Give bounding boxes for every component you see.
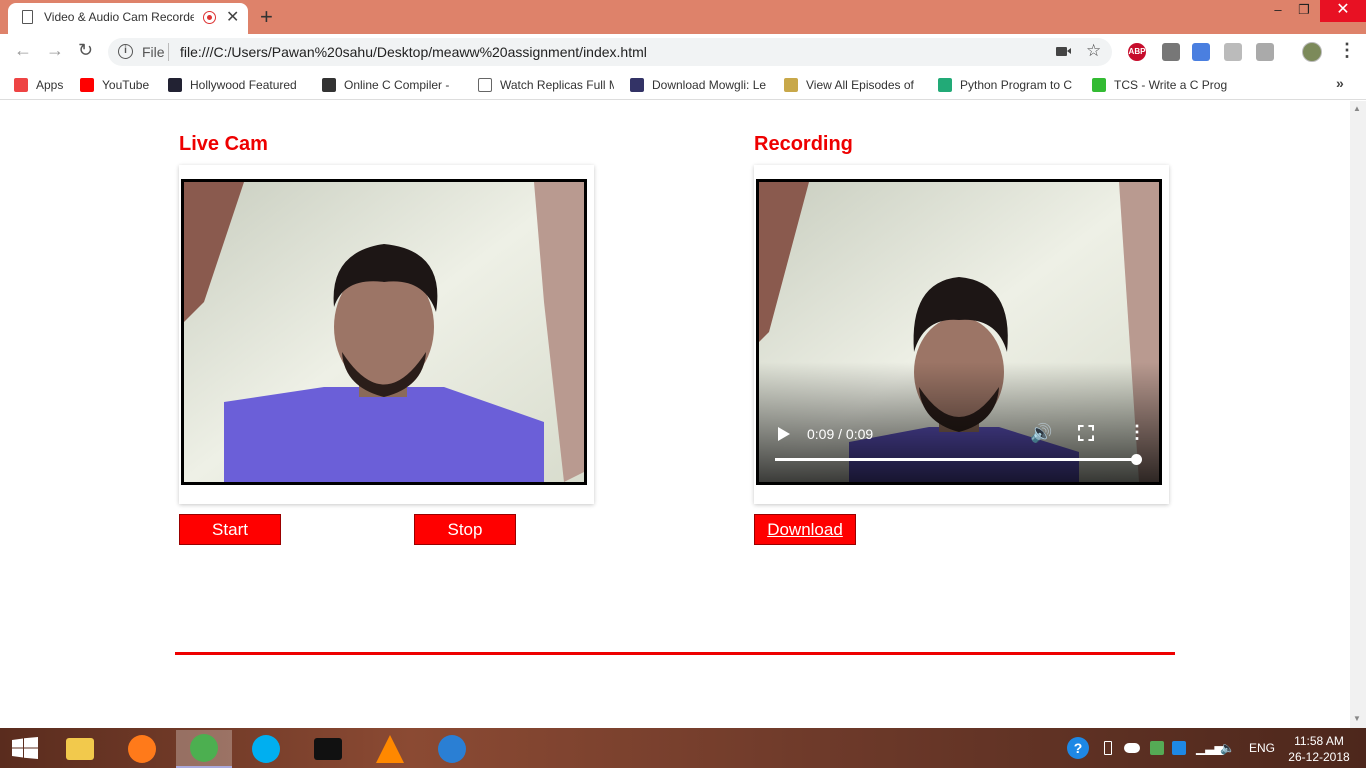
bookmark-item[interactable]: Apps [14,77,69,93]
bookmark-item[interactable]: Python Program to C [938,77,1076,93]
security-icon[interactable] [1150,741,1164,755]
scroll-up-icon[interactable]: ▲ [1353,104,1361,113]
address-separator [168,43,169,61]
new-tab-button[interactable]: + [260,4,273,30]
taskbar-app[interactable] [362,730,418,768]
video-time: 0:09 / 0:09 [807,426,874,442]
screenshot-icon[interactable] [1224,43,1242,61]
url-text[interactable]: file:///C:/Users/Pawan%20sahu/Desktop/me… [180,44,647,60]
bookmark-item[interactable]: YouTube [80,77,152,93]
skype-icon [252,735,280,763]
taskbar-app[interactable] [424,730,480,768]
vlc-icon [376,735,404,763]
taskbar-app[interactable] [114,730,170,768]
taskbar-app[interactable] [300,730,356,768]
bookmark-item[interactable]: View All Episodes of [784,77,922,93]
compiler-icon [322,78,336,92]
bookmark-label: Online C Compiler - [344,78,450,92]
clock-time: 11:58 AM [1294,734,1344,748]
download-button[interactable]: Download [754,514,856,545]
document-icon [22,10,33,24]
episodes-icon [784,78,798,92]
page-icon [478,78,492,92]
tab-title: Video & Audio Cam Recorder [44,10,194,24]
bookmark-item[interactable]: TCS - Write a C Prog [1092,77,1230,93]
info-icon[interactable]: i [118,44,133,59]
taskbar-app[interactable] [52,730,108,768]
live-cam-heading: Live Cam [179,133,268,155]
adblock-plus-icon[interactable]: ABP [1128,43,1146,61]
footer-divider [175,652,1175,655]
reload-icon[interactable]: ↻ [78,40,93,61]
wifi-signal-icon[interactable]: ▁▃▅ [1196,741,1224,755]
seek-bar[interactable] [775,458,1137,461]
volume-icon[interactable]: 🔊 [1030,423,1052,444]
chrome-icon [190,734,218,762]
bookmarks-more-icon[interactable]: » [1336,75,1344,91]
close-window-button[interactable]: ✕ [1320,0,1366,22]
bookmark-label: TCS - Write a C Prog [1114,78,1228,92]
restore-button[interactable]: ❐ [1290,0,1318,22]
bookmark-item[interactable]: Watch Replicas Full M [478,77,614,93]
forward-arrow-icon[interactable]: → [46,40,64,61]
menu-dots-icon[interactable]: ⋮ [1338,40,1356,61]
bookmark-label: Python Program to C [960,78,1073,92]
mowgli-icon [630,78,644,92]
battery-icon[interactable] [1104,741,1112,755]
youtube-icon [80,78,94,92]
translate-icon[interactable] [1192,43,1210,61]
recording-heading: Recording [754,133,853,155]
tcs-icon [1092,78,1106,92]
video-more-icon[interactable]: ⋮ [1128,423,1146,441]
speaker-icon[interactable]: 🔈 [1220,741,1235,755]
windows-start-icon[interactable] [12,737,38,759]
scheme-label: File [142,44,165,60]
vscode-icon [438,735,466,763]
help-icon[interactable]: ? [1067,737,1089,759]
language-indicator[interactable]: ENG [1249,741,1275,755]
file-explorer-icon [66,738,94,760]
play-icon[interactable] [778,427,790,441]
back-arrow-icon[interactable]: ← [14,40,32,61]
recording-indicator-icon [203,11,216,24]
bookmark-label: YouTube [102,78,150,92]
tab-close-icon[interactable]: ✕ [226,7,239,27]
bookmark-label: View All Episodes of [806,78,914,92]
bookmark-label: Watch Replicas Full M [500,78,614,92]
profile-avatar[interactable] [1302,42,1322,62]
taskbar-app[interactable] [238,730,294,768]
clock[interactable]: 11:58 AM 26-12-2018 [1288,733,1350,765]
bookmark-item[interactable]: Download Mowgli: Le [630,77,768,93]
minimize-button[interactable]: – [1264,0,1292,22]
python-icon [938,78,952,92]
live-video [181,179,587,485]
seek-thumb[interactable] [1131,454,1142,465]
bookmark-item[interactable]: Hollywood Featured [168,77,306,93]
network-adapter-icon[interactable] [1172,741,1186,755]
analytics-icon[interactable] [1256,43,1274,61]
bookmark-star-icon[interactable]: ☆ [1086,41,1101,61]
hollywood-icon [168,78,182,92]
start-button[interactable]: Start [179,514,281,545]
onedrive-icon[interactable] [1124,743,1140,753]
clock-date: 26-12-2018 [1288,750,1350,764]
bookmark-item[interactable]: Online C Compiler - [322,77,464,93]
terminal-icon [314,738,342,760]
camera-in-use-icon[interactable] [1056,47,1071,56]
stop-button[interactable]: Stop [414,514,516,545]
extension-icon[interactable] [1162,43,1180,61]
webcam-frame-image [184,182,584,482]
bookmark-label: Download Mowgli: Le [652,78,767,92]
bookmark-label: Apps [36,78,64,92]
bookmark-label: Hollywood Featured [190,78,297,92]
firefox-icon [128,735,156,763]
apps-grid-icon [14,78,28,92]
scrollbar[interactable] [1350,101,1366,728]
scroll-down-icon[interactable]: ▼ [1353,714,1361,723]
taskbar-app[interactable] [176,730,232,768]
